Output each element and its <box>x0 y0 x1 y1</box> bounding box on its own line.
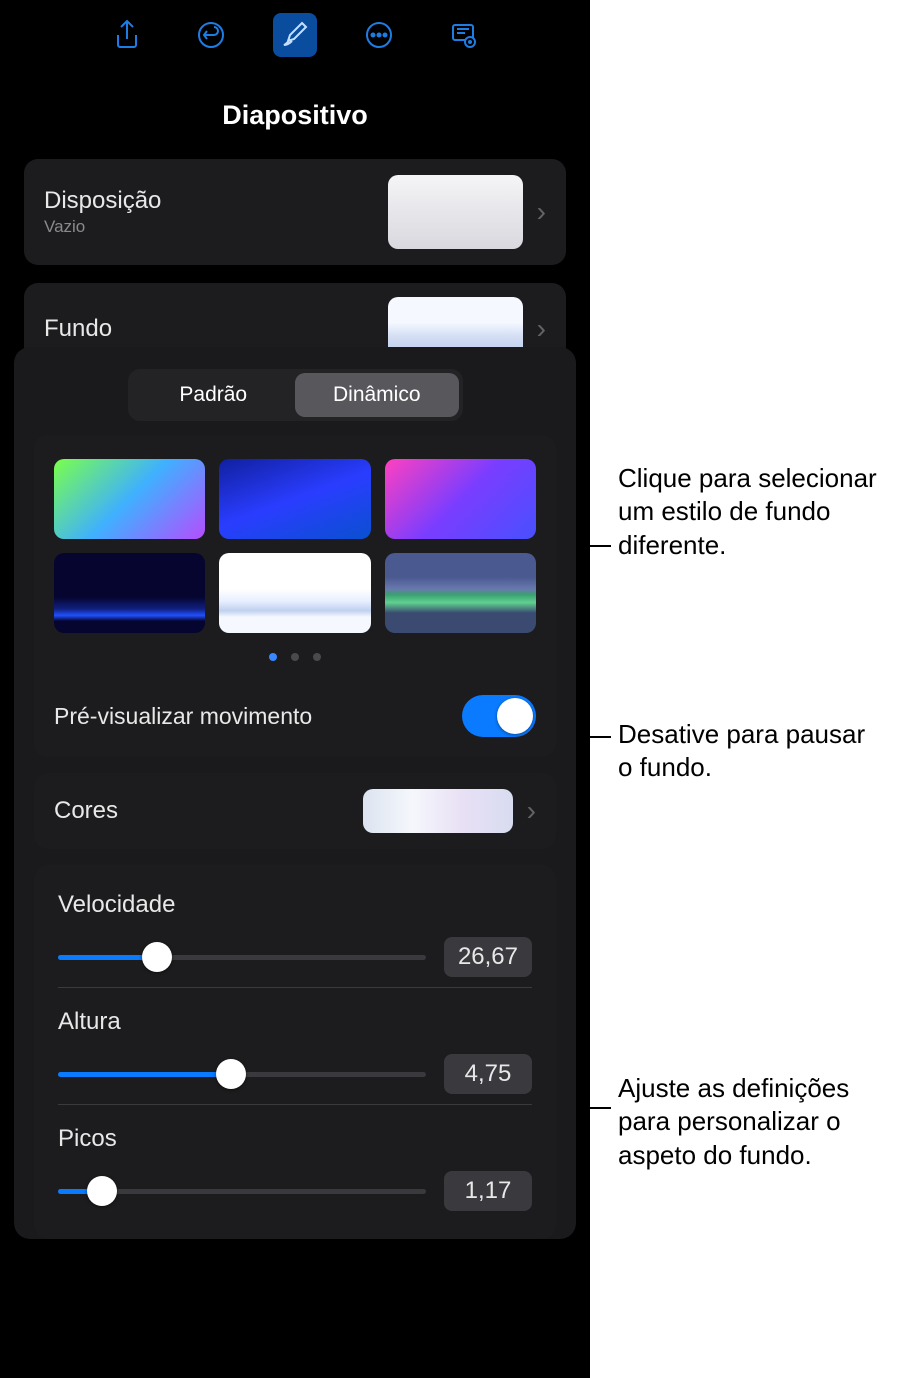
callout-toggle: Desative para pausar o fundo. <box>618 718 878 785</box>
app-panel: Diapositivo Disposição Vazio › Fundo › P… <box>0 0 590 1378</box>
callout-sliders: Ajuste as definições para personalizar o… <box>618 1072 888 1172</box>
background-style-swatch[interactable] <box>54 459 205 539</box>
height-slider[interactable] <box>58 1072 426 1077</box>
speed-slider[interactable] <box>58 955 426 960</box>
speed-label: Velocidade <box>58 891 532 919</box>
chevron-right-icon: › <box>537 313 546 345</box>
background-style-swatch[interactable] <box>385 459 536 539</box>
sliders-group: Velocidade 26,67 Altura 4,75 <box>34 865 556 1239</box>
callout-line <box>581 1107 611 1109</box>
disposition-label: Disposição <box>44 187 388 215</box>
speed-slider-row: Velocidade 26,67 <box>58 887 532 988</box>
background-style-swatch[interactable] <box>219 459 370 539</box>
page-dot[interactable] <box>291 653 299 661</box>
slider-thumb[interactable] <box>142 942 172 972</box>
panel-title: Diapositivo <box>0 70 590 159</box>
background-style-grid <box>54 459 536 633</box>
peaks-value[interactable]: 1,17 <box>444 1171 532 1211</box>
background-type-segmented[interactable]: Padrão Dinâmico <box>128 369 463 421</box>
toolbar <box>0 0 590 70</box>
preview-motion-label: Pré-visualizar movimento <box>54 703 462 730</box>
background-style-swatch[interactable] <box>385 553 536 633</box>
page-dot[interactable] <box>269 653 277 661</box>
peaks-slider-row: Picos 1,17 <box>58 1105 532 1221</box>
disposition-sublabel: Vazio <box>44 217 388 237</box>
page-dot[interactable] <box>313 653 321 661</box>
format-brush-icon[interactable] <box>273 13 317 57</box>
disposition-row[interactable]: Disposição Vazio › <box>24 159 566 265</box>
background-style-swatch[interactable] <box>54 553 205 633</box>
height-label: Altura <box>58 1008 532 1036</box>
height-slider-row: Altura 4,75 <box>58 988 532 1105</box>
undo-icon[interactable] <box>189 13 233 57</box>
height-value[interactable]: 4,75 <box>444 1054 532 1094</box>
colors-swatch[interactable] <box>363 789 513 833</box>
tab-standard[interactable]: Padrão <box>132 373 296 417</box>
slider-thumb[interactable] <box>87 1176 117 1206</box>
more-icon[interactable] <box>357 13 401 57</box>
colors-row[interactable]: Cores › <box>34 773 556 849</box>
peaks-label: Picos <box>58 1125 532 1153</box>
preview-motion-toggle[interactable] <box>462 695 536 737</box>
slider-thumb[interactable] <box>216 1059 246 1089</box>
speed-value[interactable]: 26,67 <box>444 937 532 977</box>
chevron-right-icon: › <box>537 196 546 228</box>
disposition-thumbnail <box>388 175 523 249</box>
share-icon[interactable] <box>105 13 149 57</box>
peaks-slider[interactable] <box>58 1189 426 1194</box>
background-style-swatch[interactable] <box>219 553 370 633</box>
tab-dynamic[interactable]: Dinâmico <box>295 373 459 417</box>
chevron-right-icon: › <box>527 795 536 827</box>
background-label: Fundo <box>44 315 388 343</box>
callout-style: Clique para selecionar um estilo de fund… <box>618 462 888 562</box>
presenter-icon[interactable] <box>441 13 485 57</box>
page-dots[interactable] <box>54 645 536 679</box>
callout-line <box>581 545 611 547</box>
switch-knob <box>497 698 533 734</box>
colors-label: Cores <box>54 797 363 825</box>
